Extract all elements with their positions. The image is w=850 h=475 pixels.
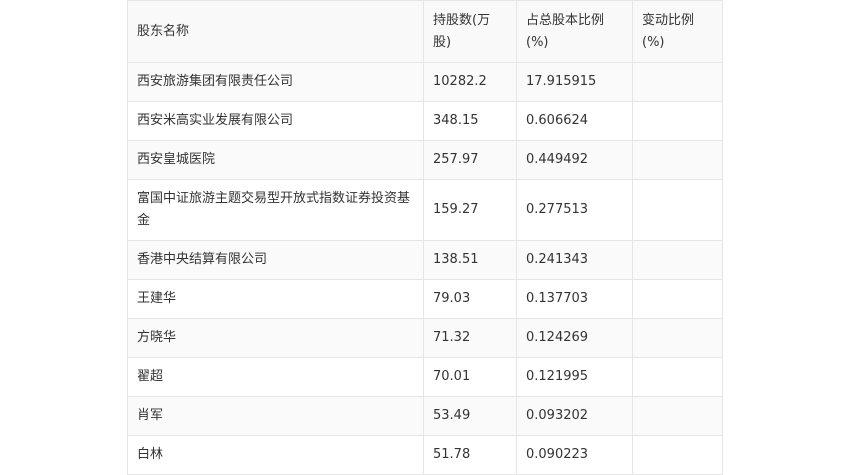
cell-shares-held: 71.32 [423, 318, 517, 358]
cell-shares-held: 348.15 [423, 101, 517, 141]
header-change-ratio: 变动比例(%) [632, 0, 723, 63]
table-row: 翟超 70.01 0.121995 [127, 357, 723, 397]
header-share-ratio: 占总股本比例(%) [516, 0, 633, 63]
cell-shares-held: 51.78 [423, 435, 517, 475]
table-row: 肖军 53.49 0.093202 [127, 396, 723, 436]
cell-share-ratio: 0.241343 [516, 240, 633, 280]
cell-share-ratio: 0.449492 [516, 140, 633, 180]
shareholder-table: 股东名称 持股数(万股) 占总股本比例(%) 变动比例(%) 西安旅游集团有限责… [127, 0, 723, 475]
cell-shareholder-name: 西安皇城医院 [127, 140, 424, 180]
cell-shares-held: 138.51 [423, 240, 517, 280]
cell-shares-held: 53.49 [423, 396, 517, 436]
table-header-row: 股东名称 持股数(万股) 占总股本比例(%) 变动比例(%) [127, 0, 723, 63]
cell-change-ratio [632, 357, 723, 397]
cell-change-ratio [632, 62, 723, 102]
table-row: 富国中证旅游主题交易型开放式指数证券投资基金 159.27 0.277513 [127, 179, 723, 241]
cell-share-ratio: 0.093202 [516, 396, 633, 436]
cell-shareholder-name: 王建华 [127, 279, 424, 319]
cell-change-ratio [632, 140, 723, 180]
cell-share-ratio: 0.606624 [516, 101, 633, 141]
cell-shareholder-name: 肖军 [127, 396, 424, 436]
cell-change-ratio [632, 101, 723, 141]
cell-shareholder-name: 西安旅游集团有限责任公司 [127, 62, 424, 102]
cell-change-ratio [632, 179, 723, 241]
shareholder-table-container: 股东名称 持股数(万股) 占总股本比例(%) 变动比例(%) 西安旅游集团有限责… [127, 0, 723, 475]
cell-share-ratio: 0.121995 [516, 357, 633, 397]
cell-share-ratio: 17.915915 [516, 62, 633, 102]
cell-shares-held: 70.01 [423, 357, 517, 397]
cell-share-ratio: 0.090223 [516, 435, 633, 475]
cell-shareholder-name: 香港中央结算有限公司 [127, 240, 424, 280]
cell-share-ratio: 0.137703 [516, 279, 633, 319]
cell-change-ratio [632, 318, 723, 358]
cell-change-ratio [632, 435, 723, 475]
cell-shareholder-name: 富国中证旅游主题交易型开放式指数证券投资基金 [127, 179, 424, 241]
cell-change-ratio [632, 396, 723, 436]
cell-shareholder-name: 白林 [127, 435, 424, 475]
header-shareholder-name: 股东名称 [127, 0, 424, 63]
cell-shareholder-name: 方晓华 [127, 318, 424, 358]
table-row: 西安旅游集团有限责任公司 10282.2 17.915915 [127, 62, 723, 102]
cell-shares-held: 10282.2 [423, 62, 517, 102]
cell-change-ratio [632, 240, 723, 280]
cell-share-ratio: 0.277513 [516, 179, 633, 241]
table-row: 方晓华 71.32 0.124269 [127, 318, 723, 358]
table-row: 香港中央结算有限公司 138.51 0.241343 [127, 240, 723, 280]
table-row: 白林 51.78 0.090223 [127, 435, 723, 475]
cell-shareholder-name: 翟超 [127, 357, 424, 397]
cell-change-ratio [632, 279, 723, 319]
cell-shares-held: 79.03 [423, 279, 517, 319]
cell-shares-held: 257.97 [423, 140, 517, 180]
cell-shares-held: 159.27 [423, 179, 517, 241]
cell-shareholder-name: 西安米高实业发展有限公司 [127, 101, 424, 141]
table-row: 王建华 79.03 0.137703 [127, 279, 723, 319]
header-shares-held: 持股数(万股) [423, 0, 517, 63]
cell-share-ratio: 0.124269 [516, 318, 633, 358]
table-row: 西安米高实业发展有限公司 348.15 0.606624 [127, 101, 723, 141]
table-row: 西安皇城医院 257.97 0.449492 [127, 140, 723, 180]
